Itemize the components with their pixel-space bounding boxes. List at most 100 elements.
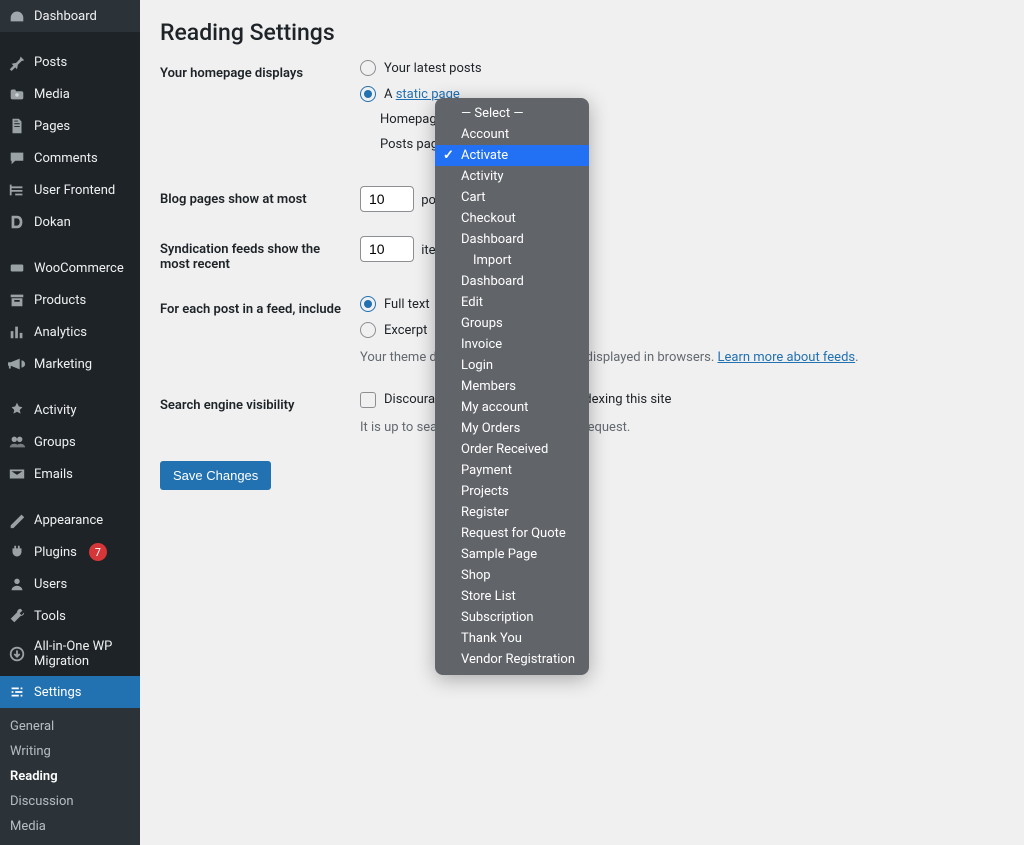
sidebar-item-label: Emails [34,467,73,482]
sidebar-item-label: Comments [34,151,98,166]
dropdown-option[interactable]: My account [435,397,589,418]
sidebar-item-plugins[interactable]: Plugins 7 [0,536,140,568]
dropdown-option[interactable]: Groups [435,313,589,334]
sidebar-item-label: All-in-One WP Migration [34,639,132,669]
sidebar-item-analytics[interactable]: Analytics [0,316,140,348]
sidebar-item-label: Activity [34,403,77,418]
page-icon [8,117,26,135]
sidebar-item-emails[interactable]: Emails [0,458,140,490]
sidebar-item-comments[interactable]: Comments [0,142,140,174]
sidebar-item-groups[interactable]: Groups [0,426,140,458]
dropdown-option[interactable]: Order Received [435,439,589,460]
sidebar-item-dokan[interactable]: Dokan [0,206,140,238]
search-visibility-label: Search engine visibility [160,392,360,413]
sidebar-item-settings[interactable]: Settings [0,676,140,708]
dropdown-option[interactable]: Account [435,124,589,145]
blogpages-label: Blog pages show at most [160,186,360,207]
dropdown-option[interactable]: Projects [435,481,589,502]
sidebar-item-label: Users [34,577,67,592]
migration-icon [8,645,26,663]
dropdown-option[interactable]: Payment [435,460,589,481]
submenu-item-writing[interactable]: Writing [0,739,140,764]
sidebar-item-media[interactable]: Media [0,78,140,110]
sidebar-item-label: Plugins [34,545,77,560]
sidebar-item-dashboard[interactable]: Dashboard [0,0,140,32]
sidebar-item-users[interactable]: Users [0,568,140,600]
dropdown-option[interactable]: Activity [435,166,589,187]
sidebar-item-label: Analytics [34,325,87,340]
radio-excerpt-label: Excerpt [384,323,427,338]
dropdown-option[interactable]: Import [435,250,589,271]
dropdown-option[interactable]: Checkout [435,208,589,229]
sidebar-item-label: Products [34,293,86,308]
save-button[interactable]: Save Changes [160,461,271,490]
dropdown-option[interactable]: Cart [435,187,589,208]
radio-full-text[interactable] [360,296,376,312]
sidebar-item-appearance[interactable]: Appearance [0,504,140,536]
chart-icon [8,323,26,341]
activity-icon [8,401,26,419]
learn-more-feeds-link[interactable]: Learn more about feeds [718,350,856,365]
sidebar-item-label: Dokan [34,215,71,230]
dropdown-option[interactable]: Shop [435,565,589,586]
woo-icon [8,259,26,277]
radio-excerpt[interactable] [360,322,376,338]
dropdown-option[interactable]: Invoice [435,334,589,355]
page-select-dropdown[interactable]: — Select —AccountActivateActivityCartChe… [435,98,589,675]
sidebar-item-posts[interactable]: Posts [0,46,140,78]
radio-full-text-label: Full text [384,297,430,312]
dropdown-option[interactable]: My Orders [435,418,589,439]
dropdown-option[interactable]: Edit [435,292,589,313]
sidebar-item-all-in-one-wp-migration[interactable]: All-in-One WP Migration [0,632,140,676]
dropdown-option[interactable]: Request for Quote [435,523,589,544]
submenu-item-discussion[interactable]: Discussion [0,789,140,814]
radio-latest-posts[interactable] [360,60,376,76]
sidebar-item-label: Pages [34,119,70,134]
sidebar-item-user-frontend[interactable]: User Frontend [0,174,140,206]
sidebar-item-label: Appearance [34,513,103,528]
sidebar-item-label: WooCommerce [34,261,124,276]
dropdown-option[interactable]: Members [435,376,589,397]
sidebar-item-label: Posts [34,55,67,70]
userfe-icon [8,181,26,199]
dropdown-option[interactable]: — Select — [435,103,589,124]
sidebar-item-label: Tools [34,609,66,624]
dashboard-icon [8,7,26,25]
dropdown-option[interactable]: Subscription [435,607,589,628]
sidebar-item-label: Dashboard [34,9,97,24]
blogpages-input[interactable] [360,186,414,212]
radio-static-page[interactable] [360,86,376,102]
dropdown-option[interactable]: Vendor Registration [435,649,589,670]
update-badge: 7 [89,543,107,561]
syndication-label: Syndication feeds show the most recent [160,236,360,272]
submenu-item-general[interactable]: General [0,714,140,739]
sidebar-item-marketing[interactable]: Marketing [0,348,140,380]
dropdown-option[interactable]: Dashboard [435,271,589,292]
users-icon [8,575,26,593]
submenu-item-reading[interactable]: Reading [0,764,140,789]
dropdown-option[interactable]: Register [435,502,589,523]
dropdown-option[interactable]: Store List [435,586,589,607]
sidebar-item-woocommerce[interactable]: WooCommerce [0,252,140,284]
dropdown-option[interactable]: Thank You [435,628,589,649]
sidebar-item-pages[interactable]: Pages [0,110,140,142]
dropdown-option[interactable]: Activate [435,145,589,166]
sidebar-item-tools[interactable]: Tools [0,600,140,632]
syndication-input[interactable] [360,236,414,262]
sidebar-item-label: User Frontend [34,183,115,198]
sidebar-item-label: Marketing [34,357,92,372]
dropdown-option[interactable]: Sample Page [435,544,589,565]
comment-icon [8,149,26,167]
dropdown-option[interactable]: Dashboard [435,229,589,250]
page-title: Reading Settings [160,10,1004,60]
sidebar-item-activity[interactable]: Activity [0,394,140,426]
submenu-item-media[interactable]: Media [0,814,140,839]
radio-latest-posts-label: Your latest posts [384,61,482,76]
sidebar-item-products[interactable]: Products [0,284,140,316]
settings-icon [8,683,26,701]
plugins-icon [8,543,26,561]
checkbox-discourage[interactable] [360,392,376,408]
dropdown-option[interactable]: Login [435,355,589,376]
tools-icon [8,607,26,625]
megaphone-icon [8,355,26,373]
